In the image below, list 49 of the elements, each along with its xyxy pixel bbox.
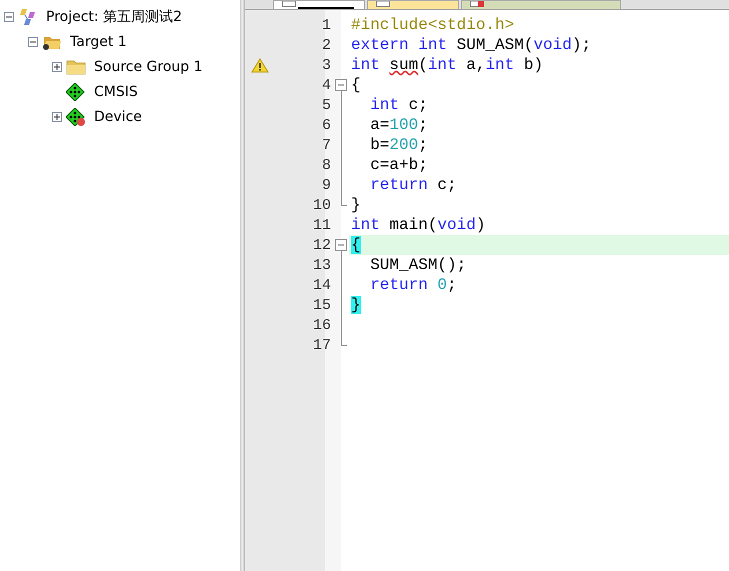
line-number: 16: [312, 316, 331, 334]
line-number: 3: [320, 56, 331, 74]
line-number: 7: [320, 136, 331, 154]
line-number: 1: [320, 16, 331, 34]
line-number: 17: [312, 336, 331, 354]
collapse-icon[interactable]: [335, 79, 347, 91]
tree-item[interactable]: Device: [94, 108, 142, 124]
line-number: 8: [320, 156, 331, 174]
expander-icon[interactable]: [52, 112, 62, 122]
tree-item[interactable]: Project: 第五周测试2: [46, 8, 182, 26]
component-icon: [66, 82, 86, 100]
line-number: 11: [312, 216, 331, 234]
code-line: return c;: [369, 176, 457, 194]
code-line: SUM_ASM();: [369, 256, 466, 274]
code-line: return 0;: [369, 276, 457, 294]
code-line: int main(void): [351, 216, 486, 234]
tree-item[interactable]: Source Group 1: [94, 58, 203, 74]
line-number: 2: [320, 36, 331, 54]
file-icon: [282, 1, 296, 7]
editor-tab[interactable]: [273, 0, 365, 9]
file-icon: [376, 1, 390, 7]
tree-item[interactable]: Target 1: [70, 34, 127, 50]
expander-icon[interactable]: [28, 36, 38, 46]
code-line: }: [351, 196, 361, 214]
folder-icon: [66, 58, 86, 74]
file-icon: [470, 1, 484, 7]
line-number: 14: [312, 276, 331, 294]
expander-icon[interactable]: [52, 62, 62, 72]
project-icon: [18, 8, 38, 26]
component-error-icon: [66, 108, 86, 126]
collapse-icon[interactable]: [335, 239, 347, 251]
tree-item[interactable]: CMSIS: [94, 84, 138, 100]
line-number: 13: [312, 256, 331, 274]
code-line: int c;: [369, 96, 428, 114]
line-number: 5: [320, 96, 331, 114]
code-line: extern int SUM_ASM(void);: [351, 36, 592, 54]
line-number: 10: [312, 196, 331, 214]
code-line: #include<stdio.h>: [351, 16, 514, 34]
line-number: 12: [312, 236, 331, 254]
line-number: 4: [320, 76, 331, 94]
line-number: 6: [320, 116, 331, 134]
expander-icon[interactable]: [4, 12, 14, 22]
code-line: int sum(int a,int b): [351, 56, 544, 74]
code-line: a=100;: [369, 116, 428, 134]
code-line: {: [351, 76, 361, 94]
line-number: 15: [312, 296, 331, 314]
code-line: b=200;: [369, 136, 428, 154]
code-line: c=a+b;: [369, 156, 428, 174]
line-number: 9: [320, 176, 331, 194]
